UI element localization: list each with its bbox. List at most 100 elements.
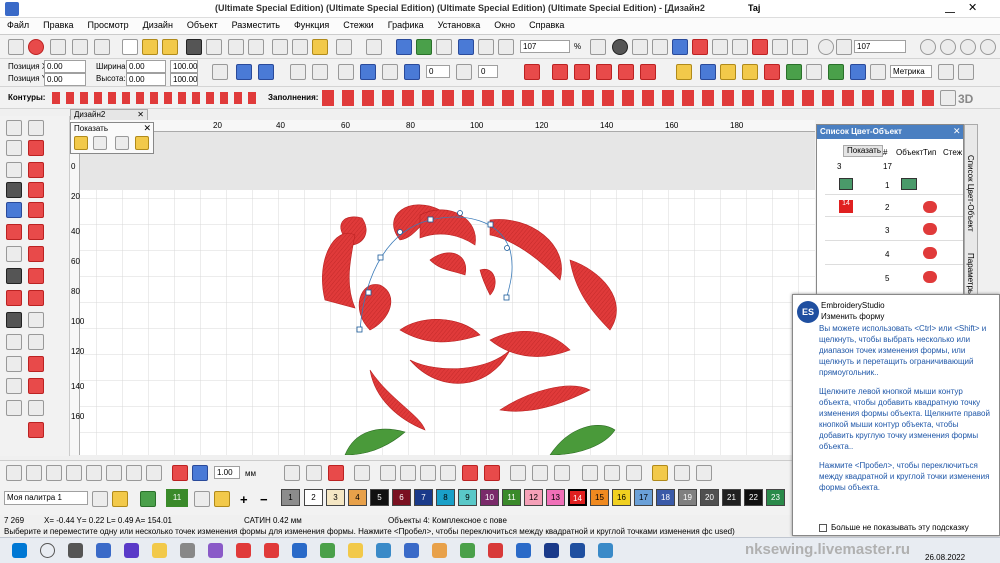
show-points-icon[interactable]: [74, 136, 88, 150]
color-swatch[interactable]: 6: [392, 489, 411, 506]
mirror-h-icon[interactable]: [290, 64, 306, 80]
needle-icon[interactable]: [28, 400, 44, 416]
ellipse-icon[interactable]: [400, 465, 416, 481]
turning-icon[interactable]: [618, 64, 634, 80]
search-icon[interactable]: [40, 543, 55, 558]
object-properties-icon[interactable]: [632, 39, 648, 55]
scissors-tool-icon[interactable]: [28, 422, 44, 438]
color-swatch[interactable]: 19: [678, 489, 697, 506]
design-canvas[interactable]: [70, 120, 815, 455]
run-icon[interactable]: [6, 334, 22, 350]
travel-icon[interactable]: [396, 39, 412, 55]
reshape-point[interactable]: [356, 326, 363, 333]
app-icon[interactable]: [264, 543, 279, 558]
menu-settings[interactable]: Установка: [431, 18, 488, 32]
select-arrow-icon[interactable]: [6, 120, 22, 136]
color-swatch[interactable]: 3: [326, 489, 345, 506]
select-point-icon[interactable]: [652, 465, 668, 481]
color-swatch[interactable]: 10: [480, 489, 499, 506]
zoom-previous-icon[interactable]: [980, 39, 996, 55]
stitch-run-icon[interactable]: [462, 465, 478, 481]
color-wheel-icon[interactable]: [752, 39, 768, 55]
app-icon[interactable]: [208, 543, 223, 558]
reshape-icon[interactable]: [6, 140, 22, 156]
color-swatch[interactable]: 17: [634, 489, 653, 506]
color-swatch[interactable]: 18: [656, 489, 675, 506]
undo-icon[interactable]: [336, 39, 352, 55]
task-view-icon[interactable]: [68, 543, 83, 558]
pencil-icon[interactable]: [284, 465, 300, 481]
pattern-icon[interactable]: [720, 64, 736, 80]
combine-icon[interactable]: [126, 465, 142, 481]
close-panel-icon[interactable]: ✕: [953, 126, 961, 137]
zoom-fit-icon[interactable]: [960, 39, 976, 55]
chrome-icon[interactable]: [348, 543, 363, 558]
flower-icon[interactable]: [28, 246, 44, 262]
close-tab-icon[interactable]: ✕: [137, 110, 144, 119]
cut-icon[interactable]: [272, 39, 288, 55]
show-icon[interactable]: [478, 39, 494, 55]
color-swatch[interactable]: 9: [458, 489, 477, 506]
eyedropper-icon[interactable]: [194, 491, 210, 507]
list-row[interactable]: 14 2: [825, 197, 963, 217]
redraw-icon[interactable]: [458, 39, 474, 55]
color-swatch-selected[interactable]: 14: [568, 489, 587, 506]
fill-bucket-icon[interactable]: [214, 491, 230, 507]
palette-select[interactable]: Моя палитра 1: [4, 491, 88, 505]
branch-icon[interactable]: [28, 162, 44, 178]
menu-design[interactable]: Дизайн: [136, 18, 180, 32]
menu-graphics[interactable]: Графика: [381, 18, 431, 32]
corner-icon[interactable]: [674, 465, 690, 481]
new-file-icon[interactable]: [122, 39, 138, 55]
eraser-icon[interactable]: [328, 465, 344, 481]
close-panel-icon[interactable]: ✕: [143, 123, 151, 134]
stamp-icon[interactable]: [28, 378, 44, 394]
leaf-fill-icon[interactable]: [596, 64, 612, 80]
color-swatch[interactable]: 5: [370, 489, 389, 506]
jump-icon[interactable]: [532, 465, 548, 481]
height-percent-field[interactable]: 100.00: [170, 73, 198, 86]
unlock-icon[interactable]: [66, 465, 82, 481]
app-icon[interactable]: [544, 543, 559, 558]
rotate-angle-field[interactable]: 0: [426, 65, 450, 78]
reshape-point[interactable]: [397, 229, 403, 235]
trim-icon[interactable]: [106, 465, 122, 481]
palette-editor-icon[interactable]: [112, 491, 128, 507]
app-icon[interactable]: [488, 543, 503, 558]
width-field[interactable]: 0.00: [126, 60, 166, 73]
polyline-select-icon[interactable]: [28, 120, 44, 136]
reshape-point[interactable]: [365, 289, 372, 296]
stitch-list-icon[interactable]: [582, 465, 598, 481]
close-button[interactable]: ✕: [968, 1, 977, 14]
contour-fill-icon[interactable]: [640, 64, 656, 80]
background-icon[interactable]: [850, 64, 866, 80]
current-thread-swatch[interactable]: 11: [166, 489, 188, 507]
show-angles-icon[interactable]: [115, 136, 129, 150]
embroiderystudio-taskbar-icon[interactable]: [570, 543, 585, 558]
list-row[interactable]: 3: [825, 219, 963, 241]
balloon-icon[interactable]: [50, 39, 66, 55]
weld-icon[interactable]: [86, 465, 102, 481]
applique-tool-icon[interactable]: [6, 224, 22, 240]
color-swatch[interactable]: 15: [590, 489, 609, 506]
hexagon-icon[interactable]: [6, 268, 22, 284]
color-swatch[interactable]: 2: [304, 489, 323, 506]
copy-icon[interactable]: [292, 39, 308, 55]
menu-arrange[interactable]: Разместить: [225, 18, 287, 32]
redo-icon[interactable]: [366, 39, 382, 55]
elements-icon[interactable]: [712, 39, 728, 55]
skew-icon[interactable]: [338, 64, 354, 80]
reflect-icon[interactable]: [382, 64, 398, 80]
app-icon[interactable]: [320, 543, 335, 558]
team-names-icon[interactable]: [6, 202, 22, 218]
reshape-point[interactable]: [504, 245, 510, 251]
app-icon[interactable]: [180, 543, 195, 558]
reshape-point[interactable]: [427, 216, 434, 223]
app-icon[interactable]: [432, 543, 447, 558]
widgets-icon[interactable]: [96, 543, 111, 558]
menu-help[interactable]: Справка: [522, 18, 571, 32]
needle-point-icon[interactable]: [510, 465, 526, 481]
menu-window[interactable]: Окно: [487, 18, 522, 32]
octagon-icon[interactable]: [6, 312, 22, 328]
menu-function[interactable]: Функция: [287, 18, 336, 32]
